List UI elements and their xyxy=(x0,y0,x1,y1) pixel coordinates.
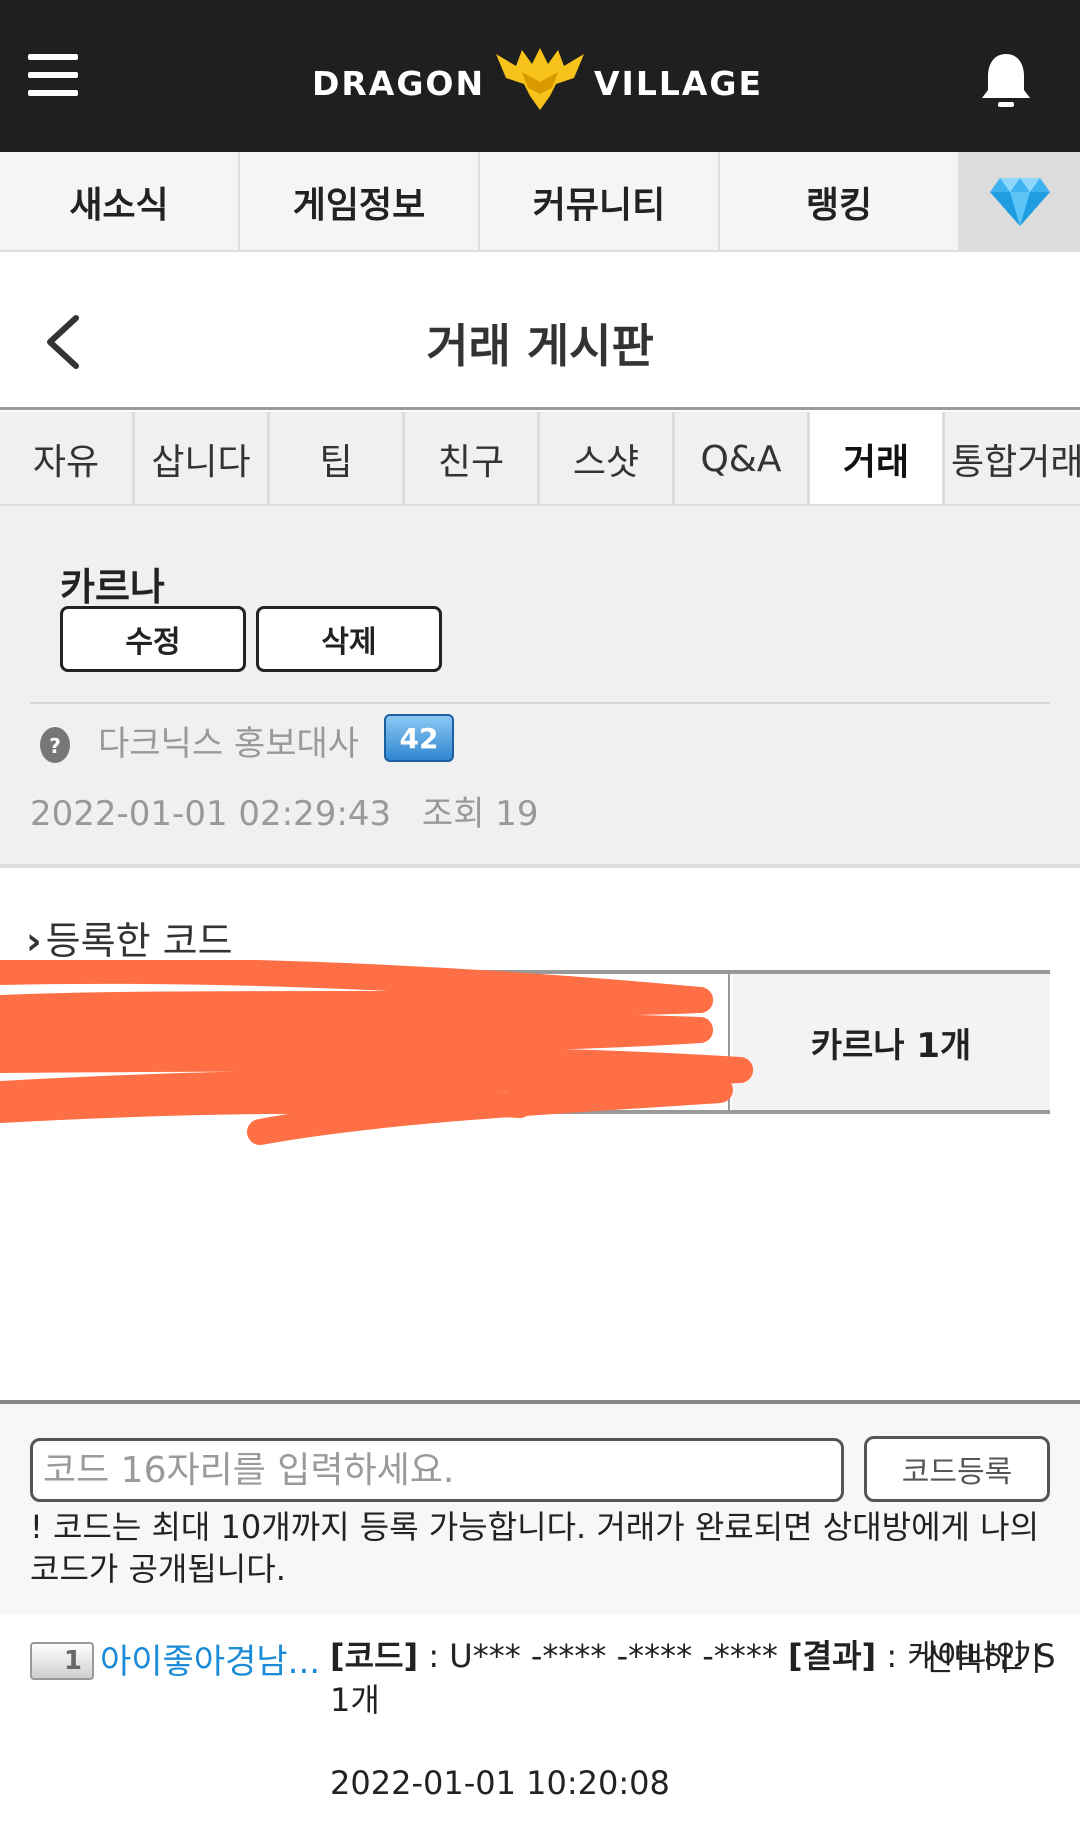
top-header: DRAGON VILLAGE xyxy=(0,0,1080,152)
post-views: 조회 19 xyxy=(421,794,539,834)
chevron-right-icon: › xyxy=(26,919,42,963)
tab-friend[interactable]: 친구 xyxy=(405,412,540,504)
nav-gem-button[interactable] xyxy=(960,152,1080,252)
tab-screenshot[interactable]: 스샷 xyxy=(540,412,675,504)
register-code-button[interactable]: 코드등록 xyxy=(864,1436,1050,1502)
post-meta: 2022-01-01 02:29:43 조회 19 xyxy=(30,786,539,835)
dragon-emblem-icon xyxy=(496,48,584,110)
diamond-icon xyxy=(990,178,1050,226)
rank-badge: 1 xyxy=(30,1642,94,1680)
svg-text:?: ? xyxy=(49,734,61,758)
redaction-scribble xyxy=(0,960,753,1145)
tab-integrated-trade[interactable]: 통합거래 xyxy=(945,412,1080,504)
tab-buy[interactable]: 삽니다 xyxy=(135,412,270,504)
code-value: : U*** -**** -**** -**** xyxy=(418,1637,778,1675)
page-title-bar: 거래 게시판 xyxy=(0,254,1080,410)
code-comment: 1 아이좋아경남... [코드] : U*** -**** -**** -***… xyxy=(0,1614,1080,1839)
main-nav: 새소식 게임정보 커뮤니티 랭킹 xyxy=(0,152,1080,252)
divider xyxy=(30,702,1050,704)
nav-community[interactable]: 커뮤니티 xyxy=(480,152,720,252)
post-header: 카르나 수정 삭제 ? 다크닉스 홍보대사 42 2022-01-01 02:2… xyxy=(0,506,1080,868)
logo-text-left: DRAGON xyxy=(312,64,486,103)
menu-icon[interactable] xyxy=(28,54,78,96)
code-item-cell: 카르나 1개 xyxy=(732,974,1050,1110)
bell-icon[interactable] xyxy=(978,50,1034,110)
post-datetime: 2022-01-01 02:29:43 xyxy=(30,794,392,834)
page-title: 거래 게시판 xyxy=(426,319,654,373)
dragon-village-logo[interactable]: DRAGON VILLAGE xyxy=(312,44,772,116)
edit-button[interactable]: 수정 xyxy=(60,606,246,672)
result-label: [결과] xyxy=(788,1637,877,1675)
tab-trade[interactable]: 거래 xyxy=(810,412,945,504)
code-notice: ! 코드는 최대 10개까지 등록 가능합니다. 거래가 완료되면 상대방에게 … xyxy=(30,1508,1040,1588)
comment-datetime: 2022-01-01 10:20:08 xyxy=(330,1764,670,1802)
author-name[interactable]: 다크닉스 홍보대사 xyxy=(98,716,359,765)
delete-button[interactable]: 삭제 xyxy=(256,606,442,672)
code-register-area: 코드등록 ! 코드는 최대 10개까지 등록 가능합니다. 거래가 완료되면 상… xyxy=(0,1400,1080,1614)
select-button[interactable]: 선택하기 xyxy=(924,1634,1042,1680)
nav-ranking[interactable]: 랭킹 xyxy=(720,152,960,252)
nav-game-info[interactable]: 게임정보 xyxy=(240,152,480,252)
nav-news[interactable]: 새소식 xyxy=(0,152,240,252)
board-tabs: 자유 삽니다 팁 친구 스샷 Q&A 거래 통합거래 xyxy=(0,412,1080,506)
post-title: 카르나 xyxy=(60,565,165,609)
egg-avatar-icon: ? xyxy=(40,727,70,763)
level-badge: 42 xyxy=(384,714,454,762)
tab-free[interactable]: 자유 xyxy=(0,412,135,504)
code-label: [코드] xyxy=(330,1637,419,1675)
tab-qna[interactable]: Q&A xyxy=(675,412,810,504)
code-input[interactable] xyxy=(30,1438,844,1502)
logo-text-right: VILLAGE xyxy=(594,64,764,103)
commenter-name[interactable]: 아이좋아경남... xyxy=(100,1634,320,1683)
registered-code-heading: › 등록한 코드 xyxy=(26,910,233,965)
tab-tip[interactable]: 팁 xyxy=(270,412,405,504)
registered-code-label: 등록한 코드 xyxy=(45,919,233,963)
